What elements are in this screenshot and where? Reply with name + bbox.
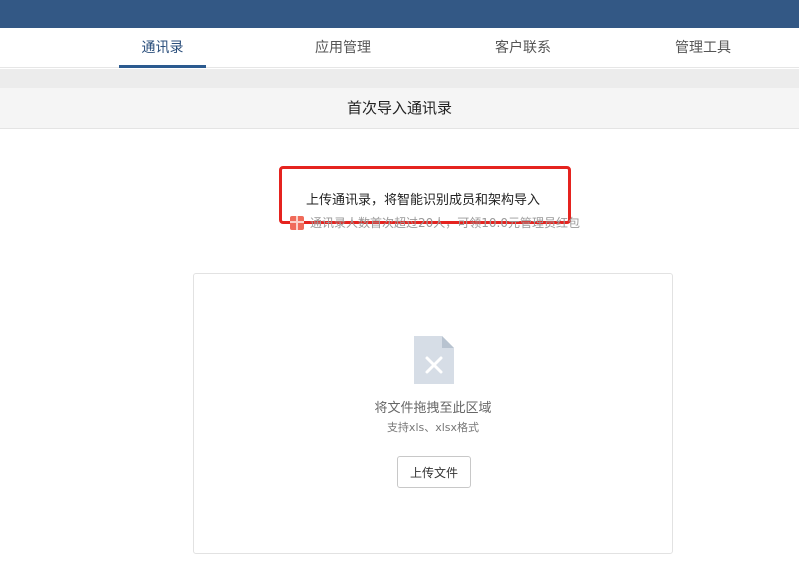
nav-tab-label: 应用管理 — [315, 40, 371, 56]
nav-tab-app-management[interactable]: 应用管理 — [300, 28, 386, 68]
nav-tab-customer-contact[interactable]: 客户联系 — [481, 28, 565, 68]
reward-notice: 通讯录人数首次超过20人，可领10.0元管理员红包 — [290, 214, 580, 231]
main-nav: 通讯录 应用管理 客户联系 管理工具 — [0, 28, 799, 68]
file-x-icon — [414, 336, 454, 384]
nav-tab-label: 管理工具 — [675, 40, 731, 56]
red-envelope-icon — [290, 215, 304, 230]
nav-tab-contacts[interactable]: 通讯录 — [119, 28, 206, 68]
divider-strip — [0, 69, 799, 88]
upload-drop-zone[interactable]: 将文件拖拽至此区域 支持xls、xlsx格式 上传文件 — [193, 273, 673, 554]
page-title: 首次导入通讯录 — [0, 88, 799, 129]
nav-tab-label: 通讯录 — [141, 40, 184, 56]
top-header-bar — [0, 0, 799, 28]
nav-tab-label: 客户联系 — [495, 40, 551, 56]
nav-tab-management-tools[interactable]: 管理工具 — [660, 28, 746, 68]
nav-active-indicator — [119, 65, 206, 68]
supported-formats-text: 支持xls、xlsx格式 — [386, 421, 480, 434]
reward-notice-text: 通讯录人数首次超过20人，可领10.0元管理员红包 — [310, 216, 580, 230]
upload-intro-text: 上传通讯录，将智能识别成员和架构导入 — [306, 193, 541, 208]
upload-file-button[interactable]: 上传文件 — [397, 456, 471, 488]
drop-hint-text: 将文件拖拽至此区域 — [374, 401, 492, 416]
